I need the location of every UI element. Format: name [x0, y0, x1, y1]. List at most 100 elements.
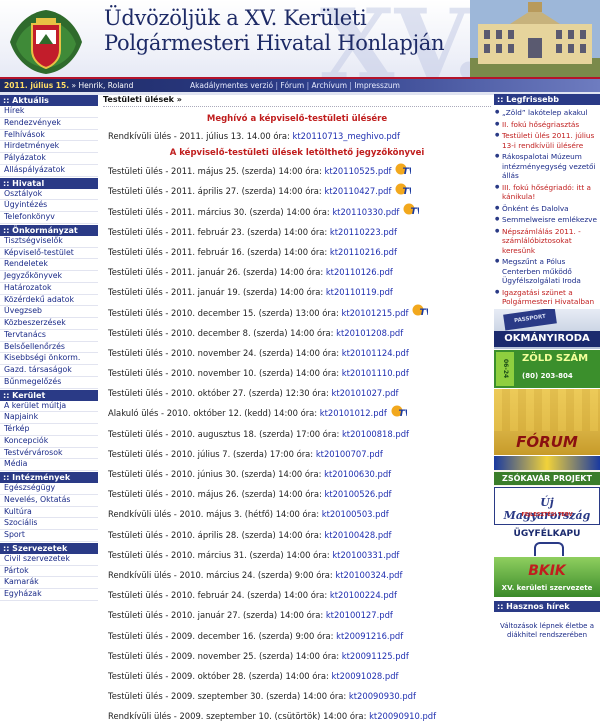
uj-magyarorszag-banner[interactable]: Új Magyarország FEJLESZTÉSI TERV	[494, 486, 600, 525]
video-tv-icon[interactable]: TV	[410, 303, 434, 323]
coat-of-arms-logo[interactable]	[6, 4, 86, 76]
sidebar-item[interactable]: Testvérvárosok	[0, 448, 98, 460]
minutes-row: Testületi ülés - 2010. december 15. (sze…	[103, 303, 491, 323]
minutes-pdf-link[interactable]: kt20101110.pdf	[342, 368, 409, 378]
sidebar-item[interactable]: Határozatok	[0, 283, 98, 295]
latest-item[interactable]: Semmelweisre emlékezve	[494, 214, 600, 226]
sidebar-item[interactable]: Jegyzőkönyvek	[0, 271, 98, 283]
sidebar-item[interactable]: Bűnmegelőzés	[0, 377, 98, 389]
sidebar-item[interactable]: Ügyintézés	[0, 200, 98, 212]
useful-news-link[interactable]: Változások lépnek életbe a diákhitel ren…	[494, 612, 600, 640]
zold-label: ZÖLD SZÁM	[522, 352, 589, 364]
latest-item[interactable]: Népszámlálás 2011. - számlálóbiztosokat …	[494, 226, 600, 257]
minutes-pdf-link[interactable]: kt20110525.pdf	[324, 166, 391, 176]
topnav-impressum[interactable]: Impresszum	[354, 81, 400, 90]
sidebar-item[interactable]: Média	[0, 459, 98, 471]
sidebar-item[interactable]: Tervtanács	[0, 330, 98, 342]
site-title-line2: Polgármesteri Hivatal Honlapján	[104, 31, 445, 55]
minutes-pdf-link[interactable]: kt20100630.pdf	[324, 469, 391, 479]
minutes-pdf-link[interactable]: kt20100818.pdf	[342, 429, 409, 439]
minutes-pdf-link[interactable]: kt20110223.pdf	[330, 227, 397, 237]
sidebar-item[interactable]: Pályázatok	[0, 153, 98, 165]
latest-item[interactable]: Önként és Dalolva	[494, 203, 600, 215]
minutes-row: Testületi ülés - 2010. november 24. (sze…	[103, 343, 491, 363]
video-tv-icon[interactable]: TV	[393, 182, 417, 202]
sidebar-item[interactable]: Tisztségviselők	[0, 236, 98, 248]
video-tv-icon[interactable]: TV	[401, 202, 425, 222]
minutes-pdf-link[interactable]: kt20100428.pdf	[324, 530, 391, 540]
sidebar-item[interactable]: Civil szervezetek	[0, 554, 98, 566]
sidebar-item[interactable]: Szociális	[0, 518, 98, 530]
minutes-pdf-link[interactable]: kt20110330.pdf	[332, 207, 399, 217]
sidebar-item[interactable]: Kamarák	[0, 577, 98, 589]
latest-item[interactable]: Igazgatási szünet a Polgármesteri Hivata…	[494, 287, 600, 308]
sidebar-item[interactable]: A kerület múltja	[0, 401, 98, 413]
minutes-pdf-link[interactable]: kt20100331.pdf	[332, 550, 399, 560]
ugyfelkapu-banner[interactable]: ÜGYFÉLKAPU	[494, 525, 600, 556]
minutes-pdf-link[interactable]: kt20091125.pdf	[342, 651, 409, 661]
sidebar-item[interactable]: Osztályok	[0, 189, 98, 201]
zold-szam-banner[interactable]: 06-24 ZÖLD SZÁM (80) 203-804	[494, 349, 600, 388]
sidebar-item[interactable]: Hirdetmények	[0, 141, 98, 153]
video-tv-icon[interactable]: TV	[393, 162, 417, 182]
sidebar-item[interactable]: Egyházak	[0, 589, 98, 601]
latest-item[interactable]: Testületi ülés 2011. július 13-i rendkív…	[494, 130, 600, 151]
latest-item[interactable]: „Zöld” lakótelep akakul	[494, 107, 600, 119]
minutes-pdf-link[interactable]: kt20101027.pdf	[331, 388, 398, 398]
sidebar-item[interactable]: Közérdekű adatok	[0, 295, 98, 307]
topnav-archive[interactable]: Archívum	[312, 81, 348, 90]
site-header: XV. Üdvözöljük a XV. Kerületi Polgármest…	[0, 0, 600, 95]
minutes-pdf-link[interactable]: kt20091216.pdf	[336, 631, 403, 641]
latest-item[interactable]: Megszűnt a Pólus Centerben működő Ügyfél…	[494, 256, 600, 287]
minutes-pdf-link[interactable]: kt20100324.pdf	[335, 570, 402, 580]
minutes-pdf-link[interactable]: kt20110216.pdf	[330, 247, 397, 257]
sidebar-item[interactable]: Felhívások	[0, 130, 98, 142]
minutes-pdf-link[interactable]: kt20101012.pdf	[320, 408, 387, 418]
sidebar-item[interactable]: Pártok	[0, 566, 98, 578]
sidebar-item[interactable]: Belsőellenőrzés	[0, 342, 98, 354]
invite-pdf-link[interactable]: kt20110713_meghivo.pdf	[293, 131, 400, 141]
sidebar-item[interactable]: Rendeletek	[0, 259, 98, 271]
minutes-pdf-link[interactable]: kt20110119.pdf	[326, 287, 393, 297]
sidebar-item[interactable]: Álláspályázatok	[0, 165, 98, 177]
sidebar-item[interactable]: Napjaink	[0, 412, 98, 424]
sidebar-item[interactable]: Gazd. társaságok	[0, 365, 98, 377]
minutes-pdf-link[interactable]: kt20100526.pdf	[324, 489, 391, 499]
sidebar-item[interactable]: Hírek	[0, 106, 98, 118]
sidebar-item[interactable]: Üvegzseb	[0, 306, 98, 318]
sidebar-item[interactable]: Térkép	[0, 424, 98, 436]
topnav-forum[interactable]: Fórum	[280, 81, 304, 90]
minutes-pdf-link[interactable]: kt20091028.pdf	[331, 671, 398, 681]
sidebar-item[interactable]: Kultúra	[0, 507, 98, 519]
sidebar-item[interactable]: Kisebbségi önkorm.	[0, 353, 98, 365]
minutes-pdf-link[interactable]: kt20110427.pdf	[324, 186, 391, 196]
sidebar-item[interactable]: Közbeszerzések	[0, 318, 98, 330]
sidebar-item[interactable]: Koncepciók	[0, 436, 98, 448]
bkik-banner[interactable]: BKIK XV. kerületi szervezete	[494, 556, 600, 597]
minutes-pdf-link[interactable]: kt20101124.pdf	[342, 348, 409, 358]
minutes-pdf-link[interactable]: kt20090930.pdf	[349, 691, 416, 701]
video-tv-icon[interactable]: TV	[389, 404, 412, 424]
minutes-pdf-link[interactable]: kt20100224.pdf	[330, 590, 397, 600]
topnav-accessible[interactable]: Akadálymentes verzió	[190, 81, 273, 90]
latest-item[interactable]: Rákospalotai Múzeum intézményegység veze…	[494, 151, 600, 182]
sidebar-item[interactable]: Sport	[0, 530, 98, 542]
minutes-pdf-link[interactable]: kt20090910.pdf	[369, 711, 436, 721]
sidebar-item[interactable]: Nevelés, Oktatás	[0, 495, 98, 507]
minutes-pdf-link[interactable]: kt20100503.pdf	[322, 509, 389, 519]
okmanyiroda-banner[interactable]: PASSPORT UTLEVEL OKMÁNYIRODA	[494, 308, 600, 349]
latest-item[interactable]: III. fokú hőségriadó: itt a kánikula!	[494, 182, 600, 203]
zsokavar-banner[interactable]: ZSÓKAVÁR PROJEKT	[494, 455, 600, 486]
forum-banner[interactable]: FÓRUM	[494, 388, 600, 455]
minutes-pdf-link[interactable]: kt20110126.pdf	[326, 267, 393, 277]
sidebar-item[interactable]: Képviselő-testület	[0, 248, 98, 260]
sidebar-item[interactable]: Egészségügy	[0, 483, 98, 495]
latest-item[interactable]: II. fokú hőségriasztás	[494, 119, 600, 131]
minutes-pdf-link[interactable]: kt20100707.pdf	[316, 449, 383, 459]
minutes-pdf-link[interactable]: kt20101215.pdf	[341, 308, 408, 318]
minutes-pdf-link[interactable]: kt20101208.pdf	[336, 328, 403, 338]
minutes-pdf-link[interactable]: kt20100127.pdf	[326, 610, 393, 620]
sidebar-item[interactable]: Telefonkönyv	[0, 212, 98, 224]
site-title-line1: Üdvözöljük a XV. Kerületi	[104, 6, 367, 30]
sidebar-item[interactable]: Rendezvények	[0, 118, 98, 130]
